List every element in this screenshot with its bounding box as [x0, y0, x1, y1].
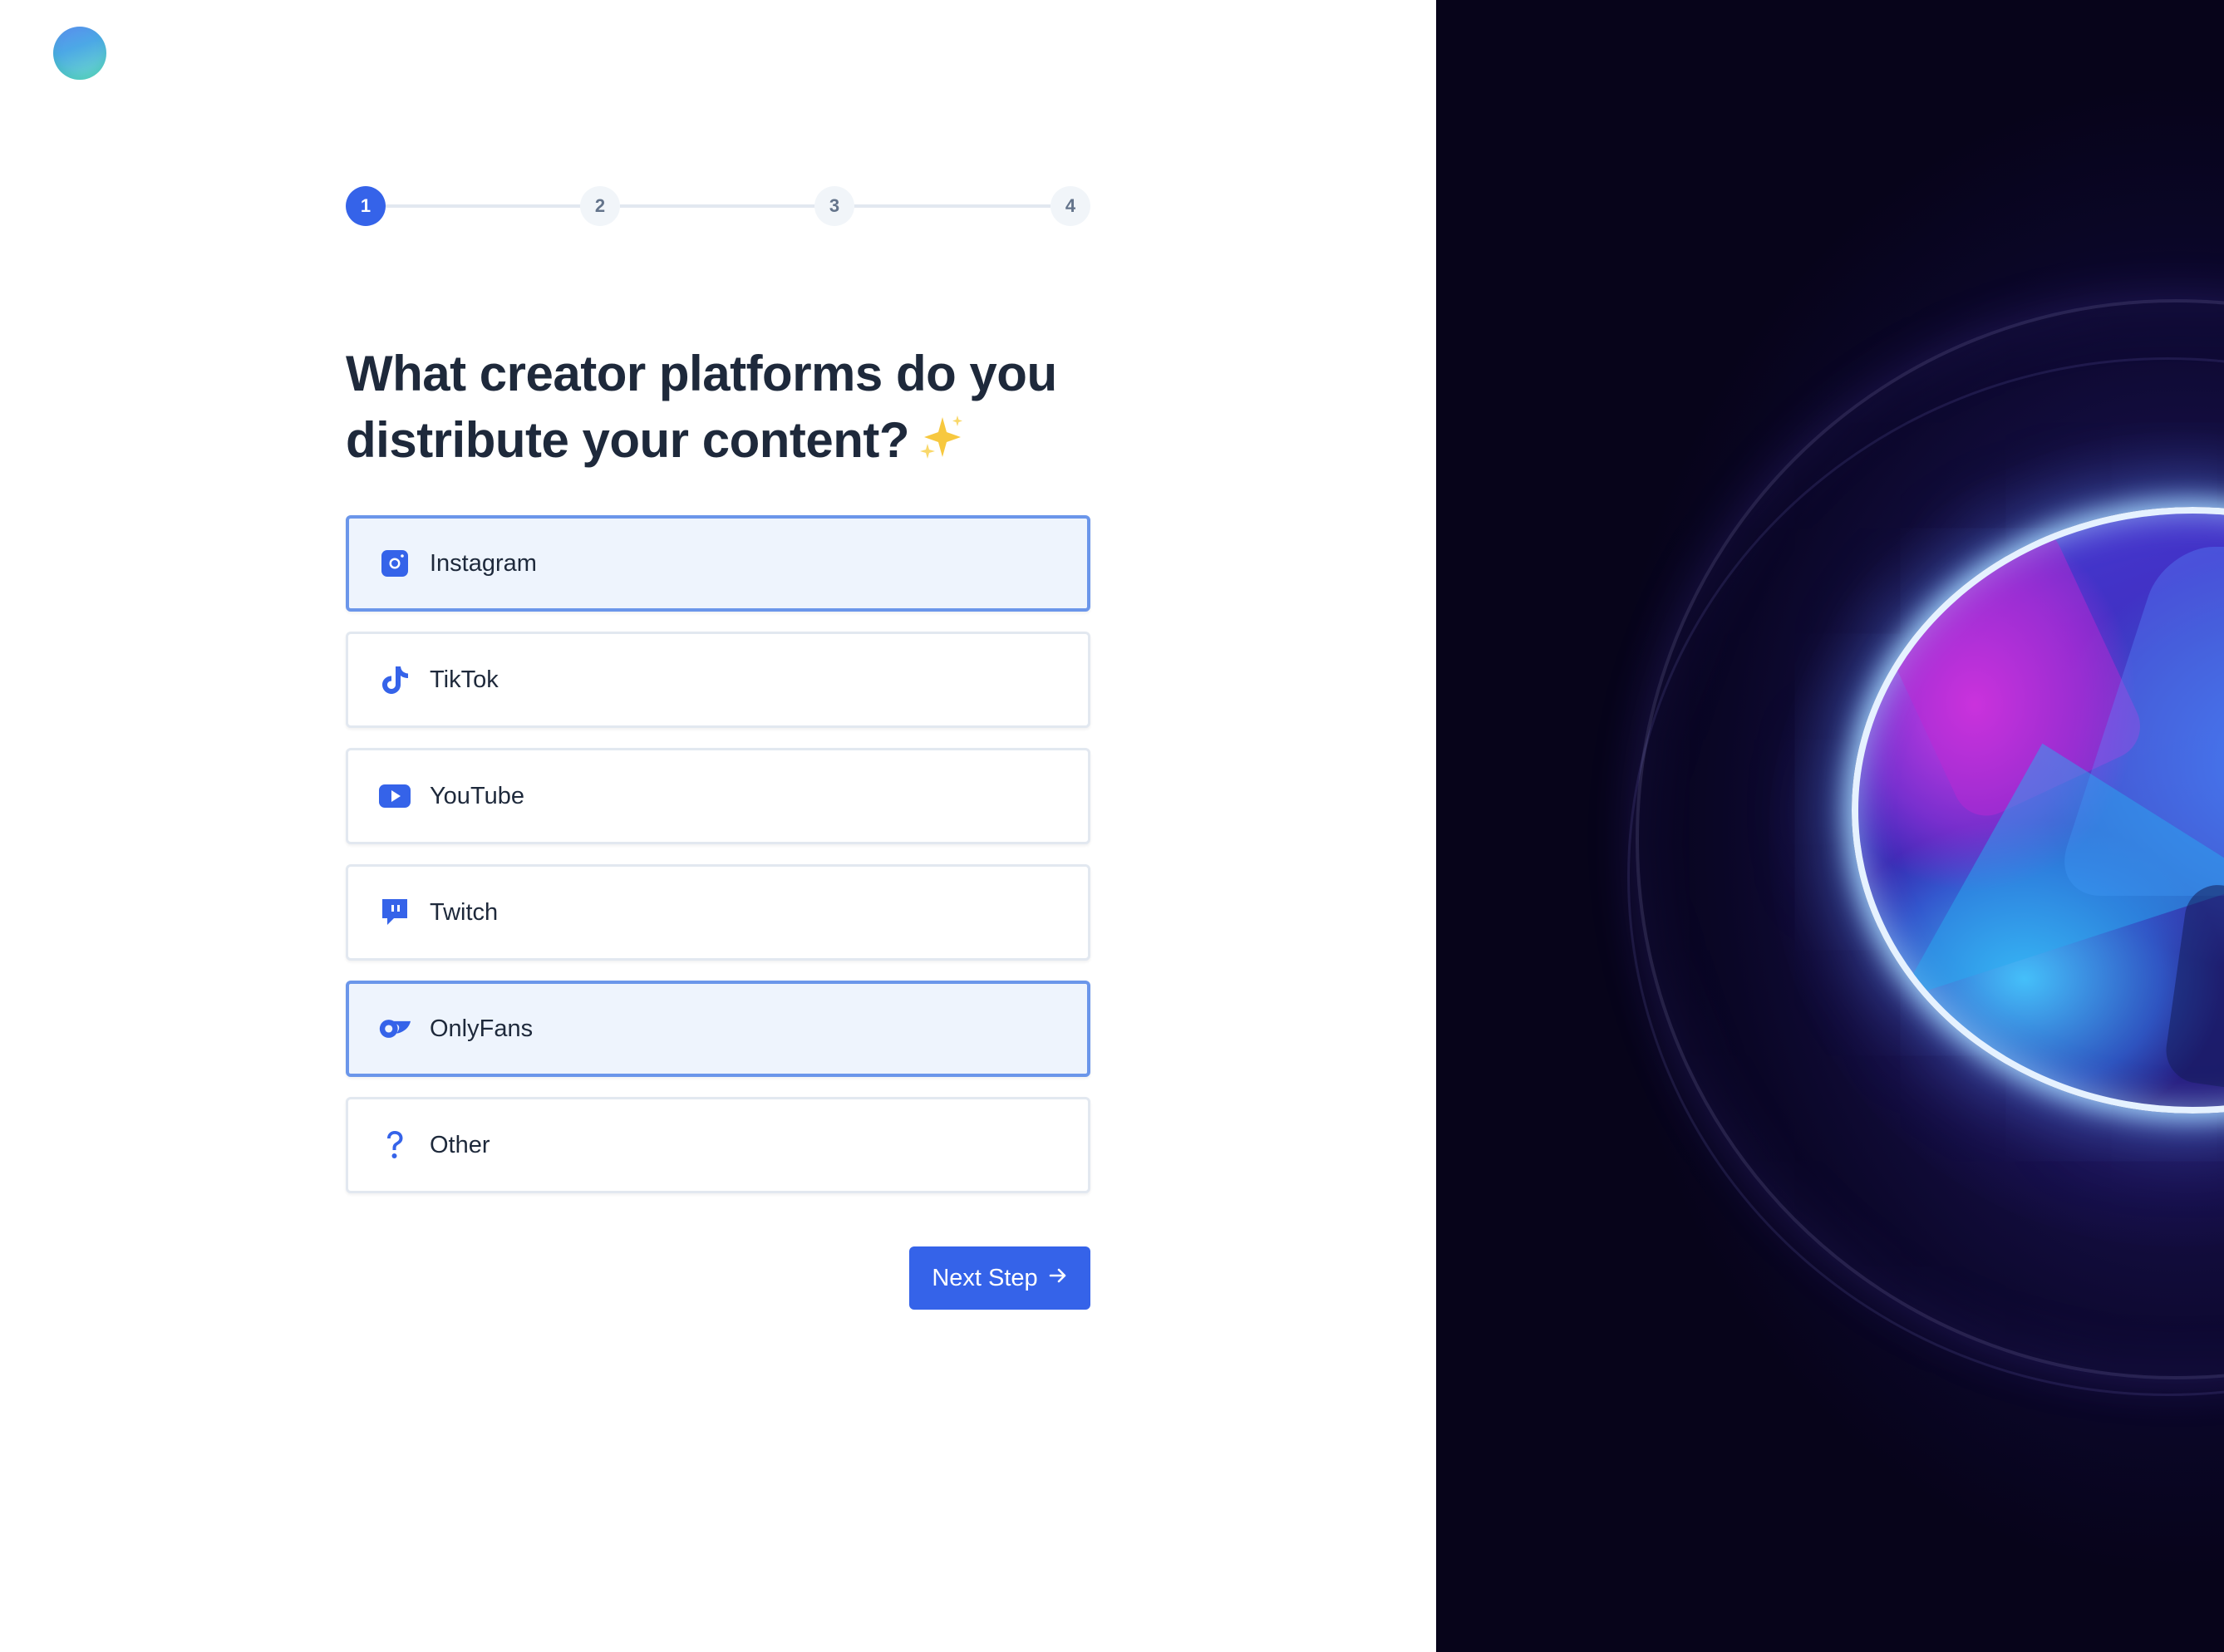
page-title: What creator platforms do you distribute…	[346, 341, 1094, 474]
question-icon	[378, 1128, 411, 1162]
option-onlyfans[interactable]: OnlyFans	[346, 981, 1090, 1077]
step-4: 4	[1050, 186, 1090, 226]
option-tiktok[interactable]: TikTok	[346, 632, 1090, 728]
step-3: 3	[814, 186, 854, 226]
option-other[interactable]: Other	[346, 1097, 1090, 1193]
stepper-connector	[620, 204, 816, 208]
option-twitch[interactable]: Twitch	[346, 864, 1090, 961]
step-1: 1	[346, 186, 386, 226]
tiktok-icon	[378, 663, 411, 696]
stepper-connector	[386, 204, 582, 208]
hero-illustration	[1436, 0, 2224, 1652]
option-label: TikTok	[430, 666, 499, 693]
stepper-connector	[854, 204, 1050, 208]
orb-facet	[2162, 880, 2224, 1107]
logo	[53, 27, 106, 80]
twitch-icon	[378, 896, 411, 929]
instagram-icon	[378, 547, 411, 580]
youtube-icon	[378, 779, 411, 813]
option-label: Twitch	[430, 898, 499, 926]
progress-stepper: 1 2 3 4	[346, 186, 1090, 226]
next-step-button[interactable]: Next Step	[909, 1246, 1090, 1310]
onboarding-panel: 1 2 3 4 What creator platforms do you di…	[0, 0, 1436, 1652]
onlyfans-icon	[378, 1012, 411, 1045]
option-label: OnlyFans	[430, 1015, 534, 1042]
option-label: Other	[430, 1131, 490, 1158]
sparkles-icon	[918, 412, 966, 460]
option-label: Instagram	[430, 549, 537, 577]
step-2: 2	[580, 186, 620, 226]
option-label: YouTube	[430, 782, 524, 809]
platform-options: Instagram TikTok YouTube Twitch OnlyFans	[346, 515, 1090, 1213]
option-youtube[interactable]: YouTube	[346, 748, 1090, 844]
next-step-label: Next Step	[932, 1264, 1038, 1291]
arrow-right-icon	[1048, 1265, 1068, 1291]
option-instagram[interactable]: Instagram	[346, 515, 1090, 612]
